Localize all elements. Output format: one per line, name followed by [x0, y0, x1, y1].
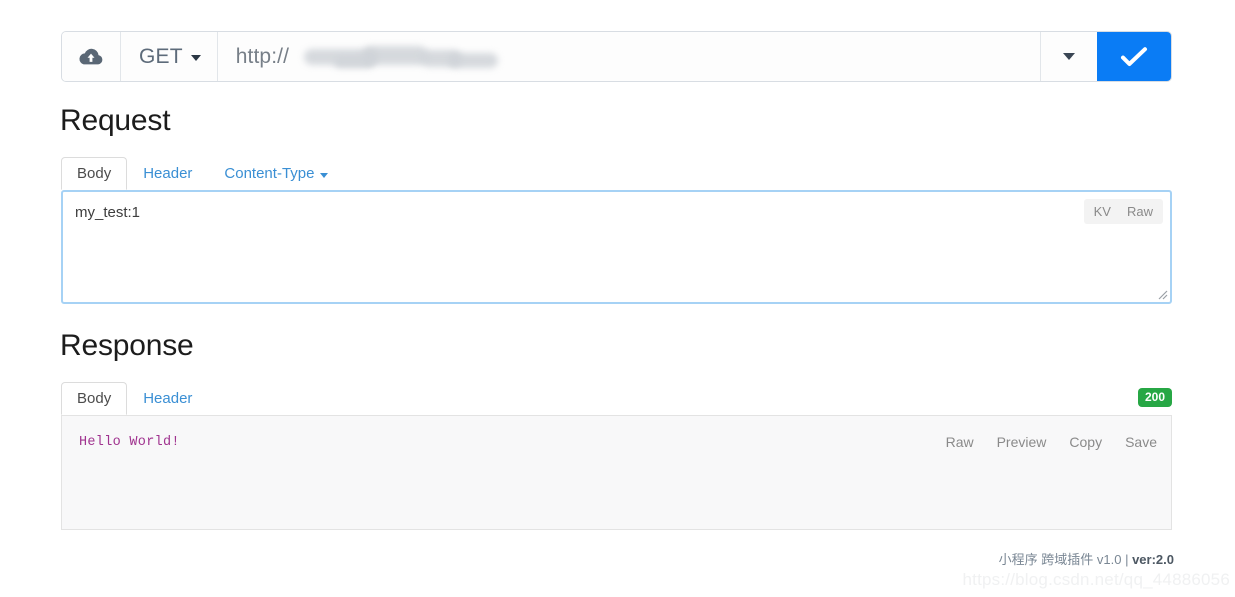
cloud-upload-icon [78, 47, 104, 67]
tab-response-header[interactable]: Header [127, 382, 208, 415]
footer-product-label: 小程序 跨域插件 v1.0 | [998, 552, 1133, 567]
chevron-down-icon [320, 172, 329, 178]
url-input-value: http:// [235, 44, 290, 68]
watermark: https://blog.csdn.net/qq_44886056 [962, 570, 1230, 589]
response-action-raw[interactable]: Raw [946, 434, 974, 450]
upload-button[interactable] [62, 32, 121, 81]
request-body-view-toggle: KV Raw [1083, 199, 1163, 224]
request-tabs: Body Header Content-Type [61, 157, 1172, 190]
view-mode-raw[interactable]: Raw [1121, 202, 1159, 221]
http-method-label: GET [139, 44, 183, 68]
tab-request-content-type[interactable]: Content-Type [208, 157, 344, 190]
request-url-bar: GET http:// [61, 31, 1172, 82]
tab-request-body-label: Body [77, 165, 112, 182]
tab-request-header[interactable]: Header [127, 157, 208, 190]
chevron-down-icon [1063, 53, 1075, 60]
url-input[interactable]: http:// [217, 32, 1040, 81]
check-icon [1119, 45, 1149, 69]
http-method-dropdown[interactable]: GET [121, 32, 218, 81]
tab-response-body-label: Body [77, 390, 112, 407]
response-tabs: Body Header 200 [61, 382, 1172, 415]
textarea-resize-handle[interactable] [1154, 286, 1168, 300]
tab-request-header-label: Header [143, 165, 193, 182]
request-section-title: Request [60, 104, 171, 137]
view-mode-kv[interactable]: KV [1088, 202, 1117, 221]
response-body-value: Hello World! [79, 435, 180, 450]
send-request-button[interactable] [1097, 32, 1171, 81]
tab-response-body[interactable]: Body [61, 382, 128, 415]
response-body-panel: Hello World! Raw Preview Copy Save [61, 415, 1172, 530]
footer-version-info: 小程序 跨域插件 v1.0 | ver:2.0 [999, 549, 1174, 568]
status-badge: 200 [1137, 388, 1172, 407]
url-redaction-blur [300, 44, 500, 70]
tab-request-body[interactable]: Body [61, 157, 128, 190]
tab-response-header-label: Header [143, 390, 193, 407]
response-action-preview[interactable]: Preview [997, 434, 1047, 450]
response-action-links: Raw Preview Copy Save [946, 434, 1157, 450]
request-body-value: my_test:1 [75, 204, 141, 221]
response-action-save[interactable]: Save [1125, 434, 1157, 450]
response-action-copy[interactable]: Copy [1069, 434, 1102, 450]
app-root: GET http:// Request Body Header Content-… [0, 0, 1235, 597]
tab-request-content-type-label: Content-Type [224, 165, 315, 182]
response-section-title: Response [60, 329, 194, 362]
chevron-down-icon [190, 55, 201, 61]
url-history-dropdown-button[interactable] [1040, 32, 1097, 81]
request-body-textarea[interactable]: my_test:1 KV Raw [61, 190, 1172, 304]
footer-version-label: ver:2.0 [1132, 552, 1174, 567]
